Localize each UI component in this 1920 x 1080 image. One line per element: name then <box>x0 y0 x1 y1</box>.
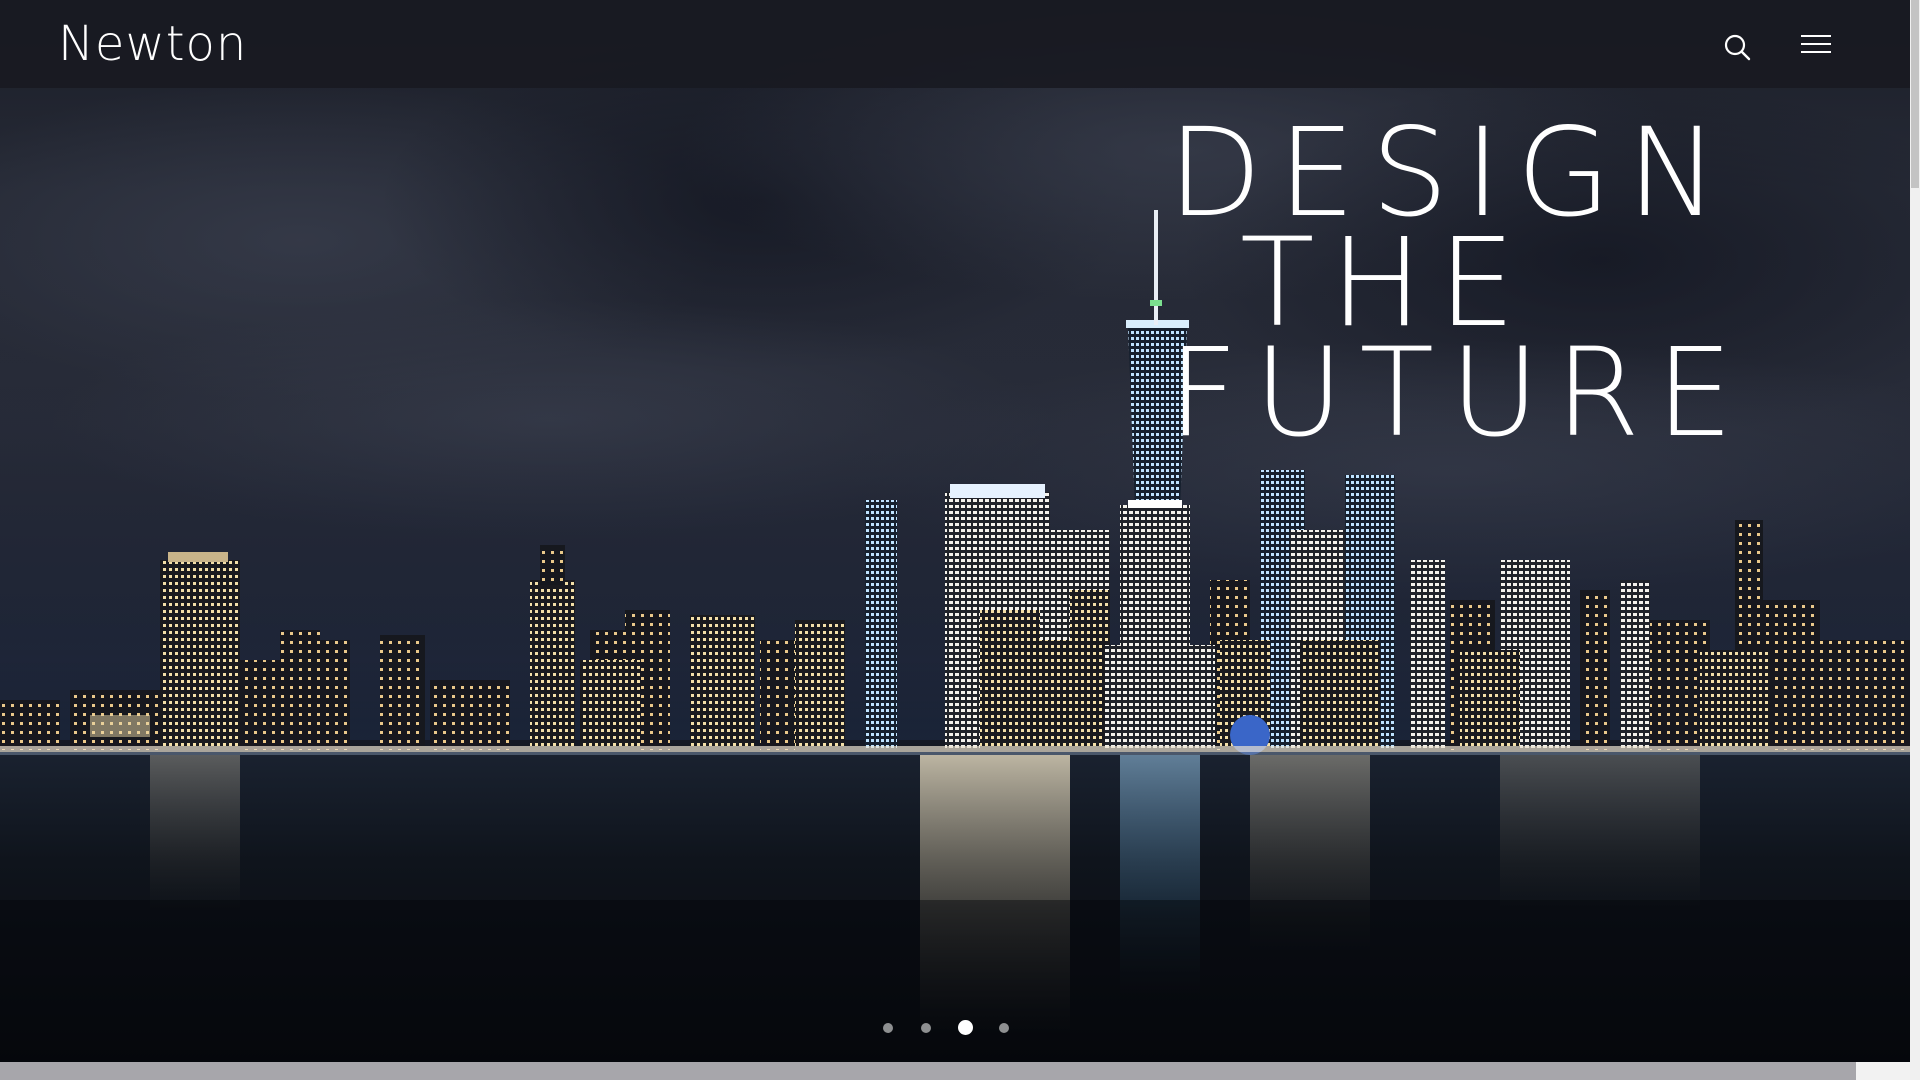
search-icon <box>1724 34 1751 61</box>
page: Newton DESIGN THE FUTURE <box>0 0 1910 1080</box>
slider-pagination <box>0 1018 1910 1038</box>
slider-dot-4[interactable] <box>999 1023 1009 1033</box>
slider-dot-2[interactable] <box>921 1023 931 1033</box>
search-button[interactable] <box>1720 30 1756 66</box>
hamburger-menu-icon <box>1801 35 1831 53</box>
next-section-edge <box>0 1062 1856 1080</box>
slider-dot-3-active[interactable] <box>958 1020 973 1035</box>
scrollbar-thumb[interactable] <box>1911 0 1919 188</box>
headline-line-3: FUTURE <box>1168 322 1750 464</box>
menu-button[interactable] <box>1796 30 1836 60</box>
next-section-edge-right <box>1856 1062 1910 1080</box>
top-navigation-bar: Newton <box>0 0 1910 88</box>
vertical-scrollbar[interactable] <box>1910 0 1920 1080</box>
hero-headline: DESIGN THE FUTURE <box>1160 112 1760 464</box>
site-logo[interactable]: Newton <box>58 14 247 74</box>
slider-dot-1[interactable] <box>883 1023 893 1033</box>
